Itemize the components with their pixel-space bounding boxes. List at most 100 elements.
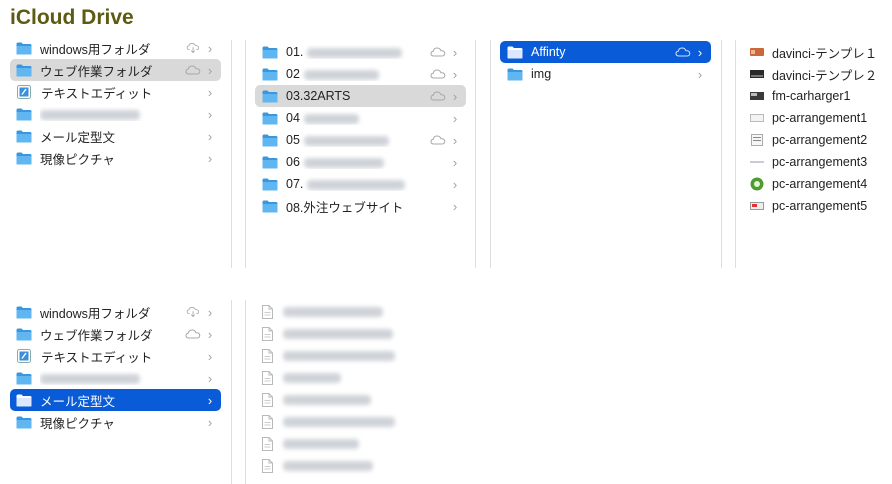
column-divider[interactable] (490, 40, 491, 268)
chevron-right-icon: › (207, 348, 213, 364)
folder-item-row[interactable]: 03.32ARTS › (255, 85, 466, 107)
redacted-text (303, 157, 384, 168)
cloud-icon[interactable] (430, 135, 446, 145)
sidebar-item-row[interactable]: › (10, 103, 221, 125)
sidebar-item-row[interactable]: windows用フォルダ › (10, 37, 221, 59)
folder-item-row[interactable]: 08.外注ウェブサイト › (255, 195, 466, 217)
folder-icon (16, 152, 32, 165)
image-thumbnail-icon (750, 155, 772, 169)
file-item[interactable]: pc-arrangement5 (750, 195, 890, 217)
sidebar-item-row[interactable]: ウェブ作業フォルダ › (10, 59, 221, 81)
document-item[interactable] (262, 323, 462, 345)
column-divider[interactable] (231, 300, 232, 484)
sidebar-item-row[interactable]: 現像ピクチャ › (10, 411, 221, 433)
cloud-icon[interactable] (430, 47, 446, 57)
redacted-filename (283, 351, 395, 361)
document-icon (262, 305, 273, 319)
folder-item-row[interactable]: 06 › (255, 151, 466, 173)
folder-item-label: 01. (286, 45, 304, 59)
chevron-right-icon: › (452, 176, 458, 192)
textedit-icon (17, 349, 31, 363)
sidebar-item-row[interactable]: windows用フォルダ › (10, 301, 221, 323)
folder-icon (16, 328, 32, 341)
file-item[interactable]: pc-arrangement4 (750, 173, 890, 195)
document-item[interactable] (262, 389, 462, 411)
sidebar-item-row[interactable]: › (10, 367, 221, 389)
document-icon (262, 371, 273, 385)
sidebar-item-row[interactable]: メール定型文 › (10, 125, 221, 147)
column-divider[interactable] (735, 40, 736, 268)
file-item[interactable]: pc-arrangement2 (750, 129, 890, 151)
chevron-right-icon: › (207, 40, 213, 56)
folder-item-row[interactable]: 04 › (255, 107, 466, 129)
cloud-icon[interactable] (430, 69, 446, 79)
chevron-right-icon: › (207, 392, 213, 408)
sidebar-item-label: メール定型文 (40, 394, 116, 409)
folder-icon (16, 42, 32, 55)
redacted-label (40, 109, 140, 120)
document-item[interactable] (262, 301, 462, 323)
document-item[interactable] (262, 367, 462, 389)
cloud-icon[interactable] (430, 91, 446, 101)
file-label: davinci-テンプレ１ (772, 46, 878, 61)
chevron-right-icon: › (452, 44, 458, 60)
sidebar-item-row[interactable]: テキストエディット › (10, 345, 221, 367)
chevron-right-icon: › (452, 154, 458, 170)
file-item[interactable]: fm-carharger1 (750, 85, 890, 107)
column-divider[interactable] (245, 300, 246, 484)
image-thumbnail-icon (750, 199, 772, 213)
folder-item-row[interactable]: 01. › (255, 41, 466, 63)
folder-item-row[interactable]: img › (500, 63, 711, 85)
folder-item-row[interactable]: 07. › (255, 173, 466, 195)
file-item[interactable]: pc-arrangement3 (750, 151, 890, 173)
folder-item-label: 06 (286, 155, 300, 169)
redacted-text (307, 179, 406, 190)
sidebar-item-row[interactable]: テキストエディット › (10, 81, 221, 103)
folder-icon (16, 64, 32, 77)
file-item[interactable]: pc-arrangement1 (750, 107, 890, 129)
document-icon (262, 415, 273, 429)
app-title: iCloud Drive (10, 6, 134, 29)
file-label: davinci-テンプレ２ (772, 68, 878, 83)
document-item[interactable] (262, 411, 462, 433)
cloud-icon[interactable] (185, 65, 201, 75)
redacted-text (303, 135, 389, 146)
cloud-download-icon[interactable] (185, 307, 201, 317)
document-icon (262, 393, 273, 407)
file-label: fm-carharger1 (772, 89, 851, 103)
folder-icon (262, 156, 278, 169)
folder-item-row[interactable]: Affinty › (500, 41, 711, 63)
file-item[interactable]: davinci-テンプレ２ (750, 63, 890, 85)
sidebar-item-label: ウェブ作業フォルダ (40, 328, 153, 343)
cloud-download-icon[interactable] (185, 43, 201, 53)
chevron-right-icon: › (452, 88, 458, 104)
file-item[interactable]: davinci-テンプレ１ (750, 41, 890, 63)
chevron-right-icon: › (207, 414, 213, 430)
sidebar-item-label: 現像ピクチャ (40, 152, 115, 167)
sidebar-item-row[interactable]: メール定型文 › (10, 389, 221, 411)
redacted-text (303, 113, 359, 124)
redacted-filename (283, 395, 371, 405)
document-icon (262, 459, 273, 473)
folder-item-row[interactable]: 05 › (255, 129, 466, 151)
document-item[interactable] (262, 455, 462, 477)
column-divider[interactable] (721, 40, 722, 268)
column-divider[interactable] (475, 40, 476, 268)
file-label: pc-arrangement4 (772, 177, 868, 191)
sidebar-item-row[interactable]: ウェブ作業フォルダ › (10, 323, 221, 345)
column-divider[interactable] (231, 40, 232, 268)
cloud-icon[interactable] (185, 329, 201, 339)
folder-icon (262, 46, 278, 59)
folder-icon (262, 90, 278, 103)
cloud-icon[interactable] (675, 47, 691, 57)
folder-item-row[interactable]: 02 › (255, 63, 466, 85)
folder-item-label: img (531, 67, 552, 81)
column-divider[interactable] (245, 40, 246, 268)
folder-item-label: 04 (286, 111, 300, 125)
document-item[interactable] (262, 345, 462, 367)
sidebar-item-row[interactable]: 現像ピクチャ › (10, 147, 221, 169)
sidebar-item-label: 現像ピクチャ (40, 416, 115, 431)
document-item[interactable] (262, 433, 462, 455)
chevron-right-icon: › (207, 62, 213, 78)
redacted-filename (283, 307, 383, 317)
